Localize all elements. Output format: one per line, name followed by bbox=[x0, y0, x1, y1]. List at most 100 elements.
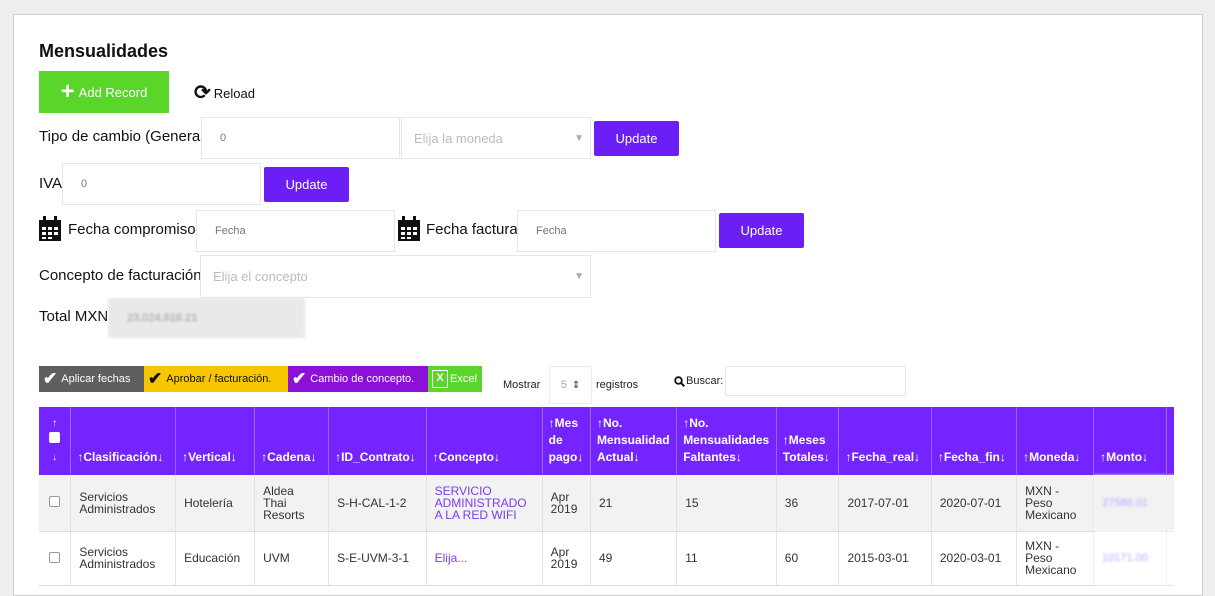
concepto-select[interactable]: Elija el concepto ▼ bbox=[200, 255, 591, 298]
iva-input[interactable] bbox=[62, 163, 261, 205]
cell-descuento: 0.00 bbox=[1166, 475, 1174, 532]
cell-moneda: MXN - Peso Mexicano bbox=[1016, 531, 1095, 586]
fecha-factura-label: Fecha factura: bbox=[426, 221, 522, 238]
select-all-header: ↑ ↓ bbox=[39, 407, 72, 475]
mensualidades-table-wrapper: ↑ ↓ ↑Clasificación↓ ↑Vertical↓ ↑Cadena↓ ↑ID… bbox=[39, 407, 1174, 595]
column-header-no-mensualidad[interactable]: ↑No. Mensualidad Actual↓ bbox=[590, 407, 678, 475]
column-header-descuento[interactable]: ↑Desc bbox=[1166, 407, 1174, 475]
tipo-cambio-input[interactable] bbox=[201, 117, 400, 159]
column-header-moneda[interactable]: ↑Moneda↓ bbox=[1016, 407, 1095, 475]
cell-meses-totales: 36 bbox=[776, 475, 840, 532]
column-header-clasificacion[interactable]: ↑Clasificación↓ bbox=[70, 407, 177, 475]
column-header-label: ID_Contrato↓ bbox=[341, 450, 416, 464]
column-header-vertical[interactable]: ↑Vertical↓ bbox=[175, 407, 256, 475]
moneda-select-value: Elija la moneda bbox=[414, 130, 503, 146]
calendar-icon[interactable] bbox=[397, 216, 421, 242]
cell-fecha-real: 2015-03-01 bbox=[838, 531, 932, 586]
column-header-label: Clasificación↓ bbox=[83, 450, 164, 464]
search-input[interactable] bbox=[725, 366, 906, 396]
sort-asc-icon: ↑ bbox=[52, 418, 58, 429]
cell-descuento: 0.00 bbox=[1166, 531, 1174, 586]
dropdown-arrow-icon: ▼ bbox=[574, 132, 584, 144]
excel-icon: X bbox=[432, 370, 448, 388]
cell-no-mensualidad: 49 bbox=[590, 531, 678, 586]
column-header-id-contrato[interactable]: ↑ID_Contrato↓ bbox=[328, 407, 427, 475]
cell-vertical: Educación bbox=[175, 531, 256, 586]
buscar-label: Buscar: bbox=[686, 375, 724, 387]
column-header-label: Fecha_real↓ bbox=[851, 450, 921, 464]
cell-no-mensualidad: 21 bbox=[590, 475, 678, 532]
page-length-value: 5 bbox=[560, 379, 567, 391]
table-row[interactable]: Servicios Administrados Hotelería Aldea Th… bbox=[39, 475, 1174, 532]
buscar-label-group: Buscar: bbox=[674, 375, 723, 387]
column-header-label: Mes de pago↓ bbox=[548, 416, 584, 464]
aplicar-fechas-label: Aplicar fechas bbox=[61, 373, 131, 385]
tipo-cambio-label: Tipo de cambio (General) bbox=[39, 128, 209, 145]
add-record-label: Add Record bbox=[78, 84, 148, 100]
dropdown-arrow-icon: ▼ bbox=[574, 271, 584, 282]
moneda-select[interactable]: Elija la moneda ▼ bbox=[401, 117, 591, 159]
column-header-monto[interactable]: ↑Monto↓ bbox=[1093, 407, 1168, 475]
fecha-compromiso-input[interactable] bbox=[196, 210, 395, 252]
column-header-no-faltantes[interactable]: ↑No. Mensualidades Faltantes↓ bbox=[676, 407, 777, 475]
cell-fecha-fin: 2020-03-01 bbox=[931, 531, 1018, 586]
iva-update-button[interactable]: Update bbox=[264, 167, 349, 202]
cell-vertical: Hotelería bbox=[175, 475, 256, 532]
column-header-label: No. Mensualidades Faltantes↓ bbox=[683, 416, 770, 464]
total-label: Total MXN bbox=[39, 308, 109, 325]
cell-id-contrato: S-H-CAL-1-2 bbox=[328, 475, 427, 532]
check-icon: ✔ bbox=[148, 369, 163, 388]
table-header-row: ↑ ↓ ↑Clasificación↓ ↑Vertical↓ ↑Cadena↓ ↑ID… bbox=[39, 407, 1174, 475]
refresh-icon: ⟳ bbox=[194, 82, 211, 104]
column-header-meses-totales[interactable]: ↑Meses Totales↓ bbox=[776, 407, 840, 475]
add-record-button[interactable]: + Add Record bbox=[39, 71, 169, 113]
mensualidades-panel: Mensualidades + Add Record ⟳ Reload Tipo… bbox=[13, 14, 1203, 596]
column-header-label: Moneda↓ bbox=[1029, 450, 1081, 464]
aprobar-facturacion-label: Aprobar / facturación. bbox=[166, 373, 272, 385]
row-select-cell bbox=[39, 475, 72, 532]
column-header-concepto[interactable]: ↑Concepto↓ bbox=[426, 407, 543, 475]
fecha-factura-input[interactable] bbox=[517, 210, 716, 252]
column-header-fecha-real[interactable]: ↑Fecha_real↓ bbox=[838, 407, 932, 475]
concepto-facturacion-label: Concepto de facturación: bbox=[39, 267, 206, 284]
cell-fecha-fin: 2020-07-01 bbox=[931, 475, 1018, 532]
select-all-checkbox[interactable] bbox=[49, 432, 61, 443]
column-header-label: Meses Totales↓ bbox=[782, 433, 830, 464]
row-checkbox[interactable] bbox=[49, 551, 61, 563]
aprobar-facturacion-button[interactable]: ✔ Aprobar / facturación. bbox=[144, 366, 288, 392]
cambio-concepto-label: Cambio de concepto. bbox=[310, 373, 415, 385]
fechas-update-button[interactable]: Update bbox=[719, 213, 804, 248]
column-header-cadena[interactable]: ↑Cadena↓ bbox=[254, 407, 330, 475]
reload-button[interactable]: ⟳ Reload bbox=[194, 83, 255, 103]
fecha-compromiso-label: Fecha compromiso: bbox=[68, 221, 200, 238]
page-length-select[interactable]: 5 ⇕ bbox=[549, 366, 592, 404]
cell-no-faltantes: 11 bbox=[676, 531, 777, 586]
excel-label: Excel bbox=[450, 373, 477, 385]
cell-concepto[interactable]: Elija... bbox=[426, 531, 543, 586]
column-header-label: No. Mensualidad Actual↓ bbox=[596, 416, 670, 464]
column-header-fecha-fin[interactable]: ↑Fecha_fin↓ bbox=[931, 407, 1018, 475]
iva-label: IVA bbox=[39, 175, 63, 192]
cell-clasificacion: Servicios Administrados bbox=[70, 531, 177, 586]
table-row[interactable]: Servicios Administrados Educación UVM S-E-U… bbox=[39, 531, 1174, 586]
column-header-label: Concepto↓ bbox=[438, 450, 500, 464]
cell-cadena: UVM bbox=[254, 531, 330, 586]
excel-button[interactable]: X Excel bbox=[428, 366, 482, 392]
check-icon: ✔ bbox=[292, 369, 307, 388]
concepto-select-value: Elija el concepto bbox=[213, 269, 308, 284]
calendar-icon[interactable] bbox=[38, 216, 62, 242]
column-header-mes-pago[interactable]: ↑Mes de pago↓ bbox=[542, 407, 591, 475]
cell-monto: 10171.00 bbox=[1093, 531, 1168, 586]
cambio-concepto-button[interactable]: ✔ Cambio de concepto. bbox=[288, 366, 428, 392]
tipo-cambio-update-button[interactable]: Update bbox=[594, 121, 679, 156]
row-checkbox[interactable] bbox=[49, 496, 61, 508]
aplicar-fechas-button[interactable]: ✔ Aplicar fechas bbox=[39, 366, 144, 392]
total-value bbox=[108, 298, 305, 338]
cell-mes-pago: Apr 2019 bbox=[542, 475, 591, 532]
cell-monto: 27586.01 bbox=[1093, 475, 1168, 532]
cell-concepto[interactable]: SERVICIO ADMINISTRADO A LA RED WIFI bbox=[426, 475, 543, 532]
mensualidades-table: ↑ ↓ ↑Clasificación↓ ↑Vertical↓ ↑Cadena↓ ↑ID… bbox=[39, 407, 1174, 586]
cell-mes-pago: Apr 2019 bbox=[542, 531, 591, 586]
sort-asc-icon: ↑ bbox=[1173, 450, 1174, 464]
sort-updown-icon: ⇕ bbox=[571, 379, 581, 391]
